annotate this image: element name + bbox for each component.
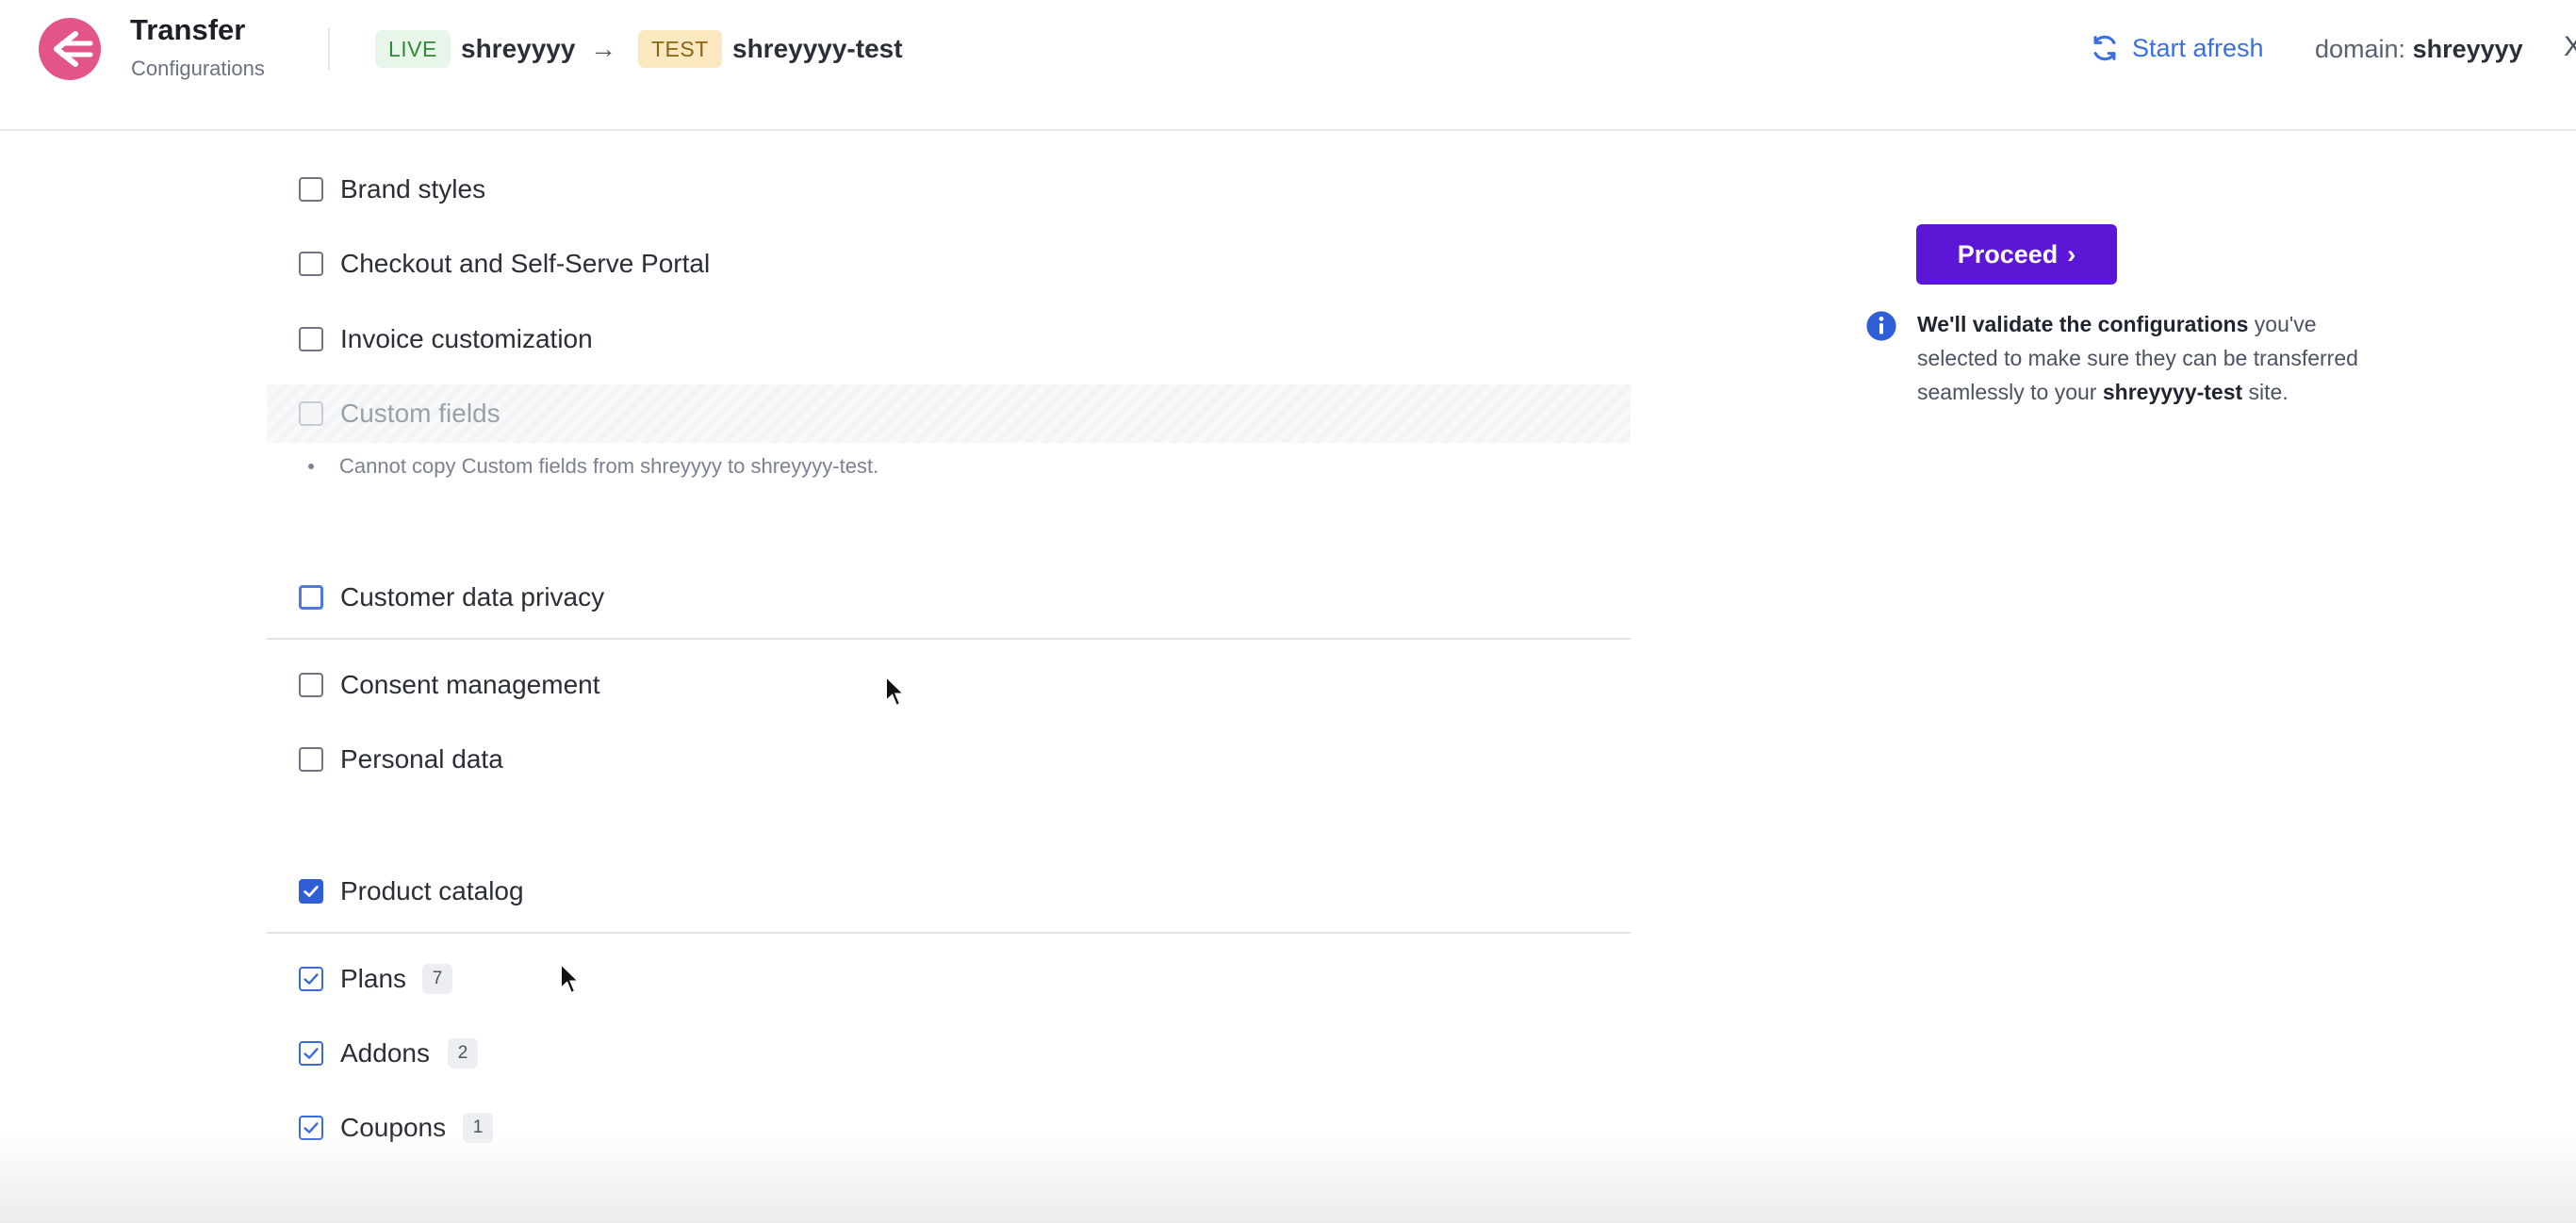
check-icon xyxy=(304,1048,319,1059)
app-subtitle: Configurations xyxy=(131,57,265,80)
custom-fields-checkbox xyxy=(299,401,323,426)
config-row-checkout[interactable]: Checkout and Self-Serve Portal xyxy=(267,235,1631,293)
source-site-name: shreyyyy xyxy=(461,34,576,63)
domain-indicator: domain: shreyyyy xyxy=(2315,31,2523,67)
config-row-customer-privacy[interactable]: Customer data privacy xyxy=(267,568,1631,627)
header-divider xyxy=(328,28,330,70)
custom-fields-error-text: Cannot copy Custom fields from shreyyyy … xyxy=(339,454,879,478)
checkout-checkbox[interactable] xyxy=(299,252,323,276)
customer-privacy-checkbox[interactable] xyxy=(299,585,323,610)
info-bold-validate: We'll validate the configurations xyxy=(1917,312,2249,336)
coupons-checkbox[interactable] xyxy=(299,1116,323,1140)
brand-styles-checkbox[interactable] xyxy=(299,177,323,202)
consent-label: Consent management xyxy=(340,670,600,699)
refresh-icon xyxy=(2093,35,2116,61)
target-site-name: shreyyyy-test xyxy=(732,34,903,63)
custom-fields-error: Cannot copy Custom fields from shreyyyy … xyxy=(307,452,879,481)
plans-count-badge: 7 xyxy=(422,964,452,994)
checkout-label: Checkout and Self-Serve Portal xyxy=(340,249,711,278)
config-row-coupons[interactable]: Coupons 1 xyxy=(267,1099,1631,1157)
proceed-label: Proceed xyxy=(1957,239,2059,269)
personal-data-checkbox[interactable] xyxy=(299,747,323,772)
arrow-right-icon: → xyxy=(590,34,616,63)
check-icon xyxy=(304,886,319,897)
addons-label: Addons xyxy=(340,1038,430,1068)
personal-data-label: Personal data xyxy=(340,744,503,774)
config-row-product-catalog[interactable]: Product catalog xyxy=(267,862,1631,921)
addons-count-badge: 2 xyxy=(448,1038,478,1068)
start-afresh-label: Start afresh xyxy=(2132,33,2264,62)
start-afresh-button[interactable]: Start afresh xyxy=(2089,28,2264,68)
plans-checkbox[interactable] xyxy=(299,967,323,991)
section-divider xyxy=(267,638,1631,640)
info-text-part-2: site. xyxy=(2242,380,2289,404)
app-title: Transfer xyxy=(130,13,246,46)
config-row-consent[interactable]: Consent management xyxy=(267,656,1631,714)
addons-checkbox[interactable] xyxy=(299,1041,323,1066)
product-catalog-label: Product catalog xyxy=(340,876,524,905)
info-icon xyxy=(1866,311,1896,341)
brand-styles-label: Brand styles xyxy=(340,174,486,204)
proceed-button[interactable]: Proceed › xyxy=(1916,224,2117,285)
coupons-label: Coupons xyxy=(340,1113,447,1142)
top-header: Transfer Configurations LIVE shreyyyy → … xyxy=(0,0,2576,131)
info-bold-site: shreyyyy-test xyxy=(2102,380,2243,404)
transfer-configurations-page: Transfer Configurations LIVE shreyyyy → … xyxy=(0,0,2576,1223)
plans-label: Plans xyxy=(340,964,407,993)
config-row-invoice[interactable]: Invoice customization xyxy=(267,310,1631,368)
custom-fields-label: Custom fields xyxy=(340,399,500,428)
domain-label: domain: xyxy=(2315,35,2406,63)
validation-info-text: We'll validate the configurations you've… xyxy=(1917,307,2370,409)
section-divider xyxy=(267,932,1631,934)
chevron-right-icon: › xyxy=(2067,239,2076,269)
config-row-plans[interactable]: Plans 7 xyxy=(267,950,1631,1008)
config-row-custom-fields: Custom fields xyxy=(267,384,1631,443)
invoice-label: Invoice customization xyxy=(340,324,593,353)
config-row-personal-data[interactable]: Personal data xyxy=(267,730,1631,789)
close-icon[interactable]: X xyxy=(2564,28,2576,66)
customer-privacy-label: Customer data privacy xyxy=(340,582,605,612)
config-row-brand-styles[interactable]: Brand styles xyxy=(267,160,1631,219)
config-row-addons[interactable]: Addons 2 xyxy=(267,1024,1631,1083)
invoice-checkbox[interactable] xyxy=(299,327,323,351)
coupons-count-badge: 1 xyxy=(463,1113,493,1143)
transfer-logo-icon xyxy=(39,18,101,80)
test-tag: TEST xyxy=(638,30,722,68)
domain-value: shreyyyy xyxy=(2412,35,2523,63)
check-icon xyxy=(304,1122,319,1133)
consent-checkbox[interactable] xyxy=(299,673,323,697)
live-tag: LIVE xyxy=(375,30,451,68)
check-icon xyxy=(304,973,319,985)
product-catalog-checkbox[interactable] xyxy=(299,879,323,904)
